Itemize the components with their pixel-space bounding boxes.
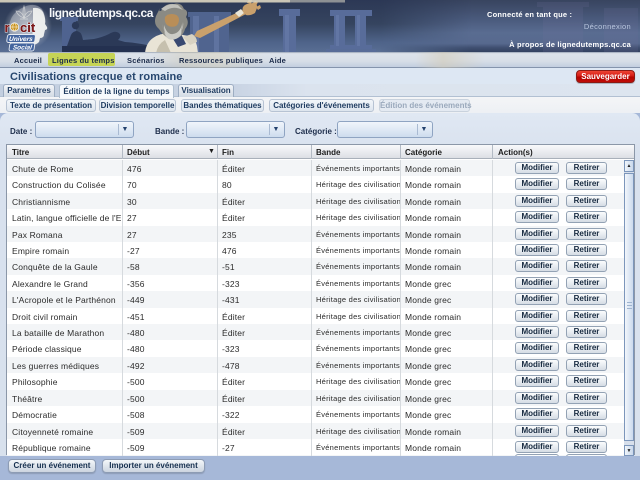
svg-text:Social: Social	[12, 44, 32, 51]
svg-text:cit: cit	[20, 20, 36, 35]
svg-text:r: r	[5, 20, 10, 35]
svg-text:Univers: Univers	[8, 36, 33, 43]
